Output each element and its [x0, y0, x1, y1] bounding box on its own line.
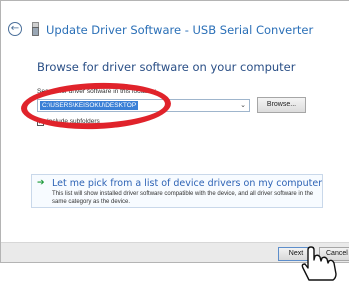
title-bar: ← Update Driver Software - USB Serial Co… [1, 18, 349, 42]
pick-from-list-option[interactable]: ➔ Let me pick from a list of device driv… [31, 174, 323, 208]
chevron-down-icon[interactable]: ⌄ [240, 101, 246, 109]
back-arrow-icon[interactable]: ← [8, 22, 22, 36]
window-title: Update Driver Software - USB Serial Conv… [46, 23, 314, 37]
browse-button[interactable]: Browse... [257, 97, 306, 113]
wizard-window: ← Update Driver Software - USB Serial Co… [0, 0, 349, 263]
usb-device-icon [32, 22, 39, 36]
page-heading: Browse for driver software on your compu… [37, 60, 296, 74]
pick-option-description: This list will show installed driver sof… [52, 191, 314, 205]
green-arrow-icon: ➔ [37, 178, 45, 188]
hand-pointer-icon [301, 246, 337, 281]
pick-option-title[interactable]: Let me pick from a list of device driver… [52, 178, 322, 189]
